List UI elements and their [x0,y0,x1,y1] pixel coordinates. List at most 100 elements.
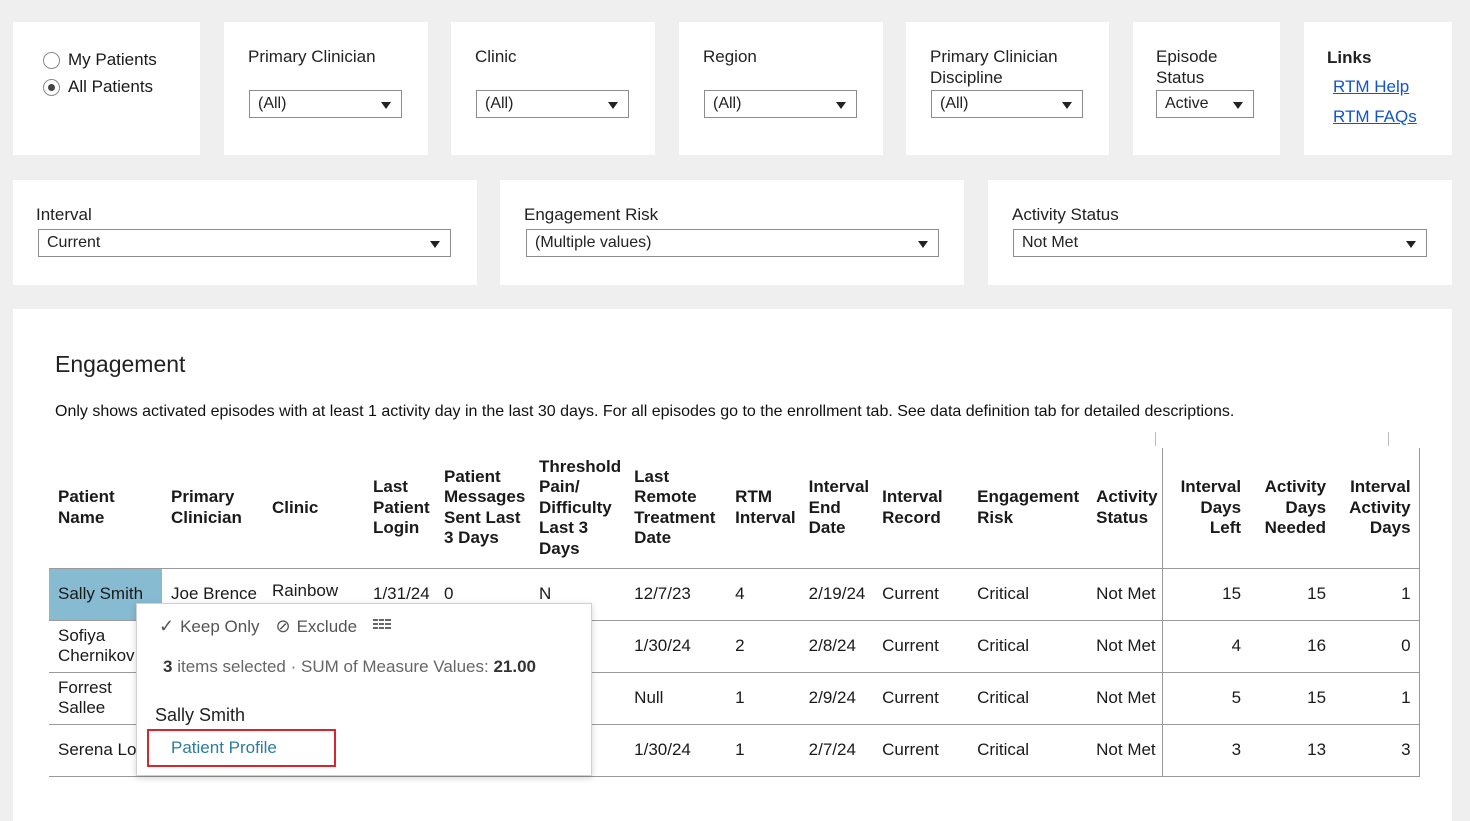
cell-interval-end[interactable]: 2/7/24 [799,724,874,777]
discipline-label-line2: Discipline [930,68,1003,87]
header-rtm-interval[interactable]: RTM Interval [726,448,800,569]
cell-interval-record[interactable]: Current [873,620,969,673]
cell-interval-end[interactable]: 2/19/24 [799,568,874,621]
keep-only-button[interactable]: Keep Only [180,617,259,637]
my-patients-label: My Patients [68,50,157,69]
checkmark-icon[interactable]: ✓ [159,616,174,637]
episode-status-label-line1: Episode [1156,47,1218,66]
cell-interval-record[interactable]: Current [873,568,969,621]
episode-status-value: Active [1165,95,1209,112]
cell-activity-status[interactable]: Not Met [1087,568,1163,621]
header-days-needed[interactable]: Activity Days Needed [1249,448,1335,569]
episode-status-label-line2: Status [1156,68,1205,87]
cell-engagement-risk[interactable]: Critical [968,568,1088,621]
activity-status-dropdown[interactable]: Not Met [1013,229,1427,257]
cell-engagement-risk[interactable]: Critical [968,724,1088,777]
cell-days-left[interactable]: 5 [1162,672,1250,725]
discipline-card: Primary Clinician Discipline (All) [906,22,1109,155]
cell-activity-days[interactable]: 1 [1334,568,1420,621]
cell-days-needed[interactable]: 13 [1249,724,1335,777]
cell-interval-end[interactable]: 2/8/24 [799,620,874,673]
header-primary-clinician[interactable]: Primary Clinician [162,448,263,569]
header-days-left[interactable]: Interval Days Left [1162,448,1250,569]
clinic-dropdown[interactable]: (All) [476,90,629,118]
tooltip-actions: ✓ Keep Only ⊘ Exclude [159,616,397,637]
cell-rtm-interval[interactable]: 1 [726,724,800,777]
cell-last-remote[interactable]: Null [625,672,727,725]
selection-tooltip: ✓ Keep Only ⊘ Exclude 3 items selected ·… [136,603,592,776]
header-last-login[interactable]: Last Patient Login [364,448,435,569]
all-patients-radio[interactable]: All Patients [43,77,153,97]
my-patients-radio[interactable]: My Patients [43,50,157,70]
tooltip-summary: 3 items selected · SUM of Measure Values… [163,657,536,677]
region-dropdown[interactable]: (All) [704,90,857,118]
activity-status-label: Activity Status [1012,205,1119,224]
rtm-faqs-link[interactable]: RTM FAQs [1333,107,1417,127]
interval-dropdown[interactable]: Current [38,229,451,257]
cell-rtm-interval[interactable]: 4 [726,568,800,621]
caret-down-icon [381,102,391,109]
caret-down-icon [1406,241,1416,248]
interval-card: Interval Current [13,180,477,285]
cell-days-needed[interactable]: 15 [1249,568,1335,621]
header-activity-status[interactable]: Activity Status [1087,448,1163,569]
activity-status-card: Activity Status Not Met [988,180,1452,285]
cell-days-needed[interactable]: 15 [1249,672,1335,725]
header-patient-name[interactable]: Patient Name [49,448,162,569]
radio-unselected-icon [43,51,60,69]
exclude-button[interactable]: Exclude [297,617,357,637]
region-value: (All) [713,95,742,112]
cell-activity-days[interactable]: 0 [1334,620,1420,673]
cell-interval-record[interactable]: Current [873,724,969,777]
interval-value: Current [47,234,101,251]
patients-filter-card: My Patients All Patients [13,22,200,155]
cell-days-left[interactable]: 3 [1162,724,1250,777]
episode-status-card: Episode Status Active [1133,22,1280,155]
header-threshold[interactable]: Threshold Pain/Difficulty Last 3 Days [530,448,626,569]
cell-last-remote[interactable]: 1/30/24 [625,724,727,777]
cell-days-needed[interactable]: 16 [1249,620,1335,673]
table-header-row: Patient Name Primary Clinician Clinic Last… [49,448,1420,569]
cell-engagement-risk[interactable]: Critical [968,620,1088,673]
cell-activity-status[interactable]: Not Met [1087,672,1163,725]
cell-last-remote[interactable]: 12/7/23 [625,568,727,621]
caret-down-icon [1233,102,1243,109]
separator-dot: · [290,657,301,676]
exclude-icon[interactable]: ⊘ [275,616,290,637]
discipline-dropdown[interactable]: (All) [931,90,1083,118]
primary-clinician-dropdown[interactable]: (All) [249,90,402,118]
header-messages[interactable]: Patient Messages Sent Last 3 Days [435,448,530,569]
cell-rtm-interval[interactable]: 1 [726,672,800,725]
caret-down-icon [608,102,618,109]
cell-days-left[interactable]: 15 [1162,568,1250,621]
header-last-remote[interactable]: Last Remote Treatment Date [625,448,727,569]
primary-clinician-label: Primary Clinician [248,47,376,66]
rtm-help-link[interactable]: RTM Help [1333,77,1409,97]
header-activity-days[interactable]: Interval Activity Days [1334,448,1420,569]
engagement-description: Only shows activated episodes with at le… [55,403,1235,420]
view-data-icon[interactable] [373,617,392,637]
cell-last-remote[interactable]: 1/30/24 [625,620,727,673]
cell-activity-status[interactable]: Not Met [1087,620,1163,673]
cell-engagement-risk[interactable]: Critical [968,672,1088,725]
episode-status-dropdown[interactable]: Active [1156,90,1254,118]
header-interval-end[interactable]: Interval End Date [799,448,874,569]
cell-interval-end[interactable]: 2/9/24 [799,672,874,725]
patient-profile-link[interactable]: Patient Profile [147,729,336,767]
engagement-risk-dropdown[interactable]: (Multiple values) [526,229,939,257]
cell-rtm-interval[interactable]: 2 [726,620,800,673]
cell-days-left[interactable]: 4 [1162,620,1250,673]
region-card: Region (All) [679,22,883,155]
column-divider [1388,432,1389,446]
clinic-label: Clinic [475,47,517,66]
cell-interval-record[interactable]: Current [873,672,969,725]
header-interval-record[interactable]: Interval Record [873,448,969,569]
engagement-title: Engagement [55,351,186,377]
all-patients-label: All Patients [68,77,154,96]
header-engagement-risk[interactable]: Engagement Risk [968,448,1088,569]
cell-activity-days[interactable]: 1 [1334,672,1420,725]
caret-down-icon [836,102,846,109]
header-clinic[interactable]: Clinic [263,448,364,569]
cell-activity-days[interactable]: 3 [1334,724,1420,777]
cell-activity-status[interactable]: Not Met [1087,724,1163,777]
